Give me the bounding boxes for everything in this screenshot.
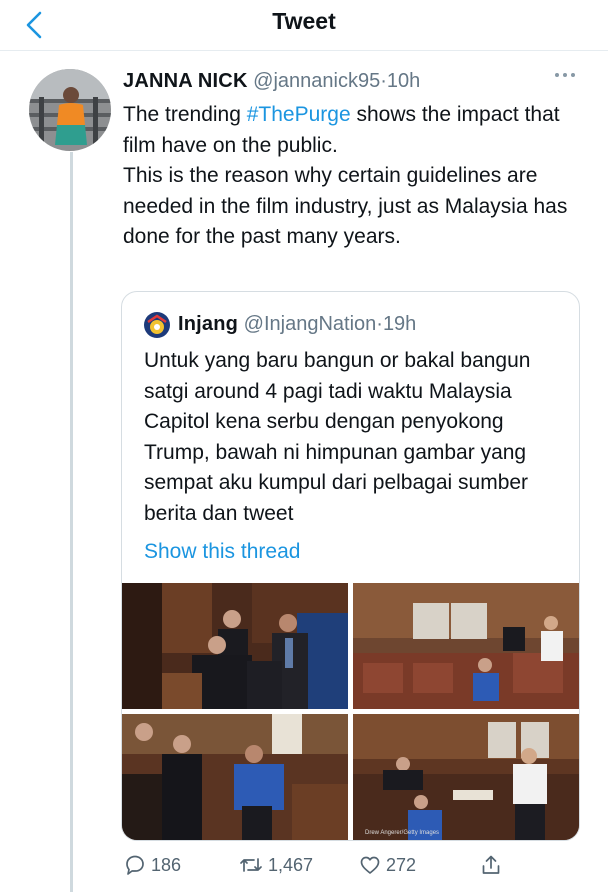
tweet-meta: JANNA NICK @jannanick95·10h (123, 68, 420, 94)
retweet-count: 1,467 (268, 854, 314, 875)
quote-author-handle[interactable]: @InjangNation (244, 313, 377, 335)
heart-icon (360, 856, 380, 874)
photo-grid: Drew Angerer/Getty Images (122, 583, 579, 840)
avatar-photo (29, 69, 111, 151)
photo-4[interactable]: Drew Angerer/Getty Images (353, 714, 579, 840)
author-avatar[interactable] (29, 69, 111, 151)
quote-time[interactable]: 19h (383, 313, 416, 335)
photo-4-image (353, 714, 579, 840)
retweet-button[interactable]: 1,467 (238, 850, 313, 880)
quote-meta-separator: · (376, 313, 383, 335)
more-options-icon[interactable] (553, 70, 577, 80)
meta-separator: · (380, 70, 387, 92)
quote-avatar-image (144, 312, 170, 338)
reply-count: 186 (151, 854, 182, 875)
tweet-paragraph-1: The trending #ThePurge shows the impact … (123, 100, 593, 161)
photo-1[interactable] (122, 583, 348, 709)
photo-3-image (122, 714, 348, 840)
top-bar: Tweet (0, 0, 608, 51)
hashtag-link[interactable]: #ThePurge (247, 103, 351, 126)
quote-text: Untuk yang baru bangun or bakal bangun s… (144, 349, 531, 525)
quote-meta: Injang @InjangNation·19h (178, 311, 416, 337)
tweet-time[interactable]: 10h (387, 70, 420, 92)
action-bar: 186 1,467 272 (121, 850, 581, 880)
like-button[interactable]: 272 (358, 850, 416, 880)
quote-author-name[interactable]: Injang (178, 313, 238, 335)
like-count: 272 (386, 854, 417, 875)
share-icon (482, 855, 500, 874)
retweet-icon (240, 858, 262, 872)
tweet-paragraph-2: This is the reason why certain guideline… (123, 164, 568, 248)
reply-button[interactable]: 186 (123, 850, 181, 880)
quoted-tweet[interactable]: Injang @InjangNation·19h Untuk yang baru… (121, 291, 580, 841)
show-thread-link[interactable]: Show this thread (144, 539, 300, 565)
author-handle[interactable]: @jannanick95 (253, 70, 380, 92)
share-button[interactable] (479, 850, 507, 880)
photo-2[interactable] (353, 583, 579, 709)
author-name[interactable]: JANNA NICK (123, 70, 248, 92)
photo-credit: Drew Angerer/Getty Images (365, 830, 440, 836)
thread-line (70, 152, 73, 892)
page-title: Tweet (272, 8, 336, 34)
tweet-text: The trending #ThePurge shows the impact … (123, 100, 593, 253)
tweet-text-start: The trending (123, 103, 247, 126)
photo-1-image (122, 583, 348, 709)
photo-3[interactable] (122, 714, 348, 840)
photo-2-image (353, 583, 579, 709)
quote-author-avatar[interactable] (144, 312, 170, 338)
reply-icon (126, 855, 144, 875)
